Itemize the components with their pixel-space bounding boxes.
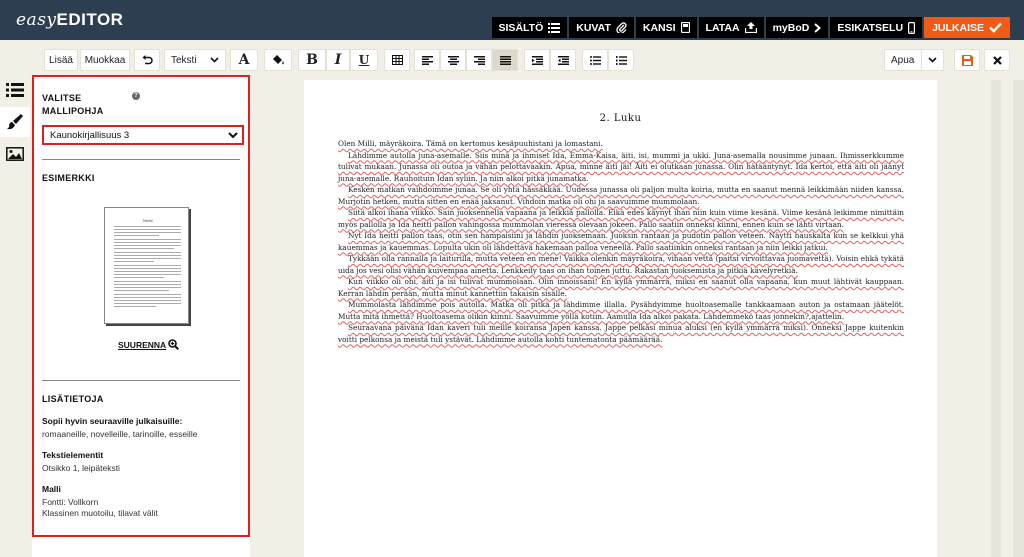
info-heading: LISÄTIETOJA xyxy=(42,394,104,404)
top-bar: easyEDITOR SISÄLTÖ KUVAT KANSI LATAA myB… xyxy=(0,0,1024,40)
paragraph[interactable]: Mummolasta lähdimme pois autolla. Matka … xyxy=(338,299,904,322)
fill-color-button[interactable] xyxy=(264,49,292,71)
sidebar-item-design[interactable] xyxy=(0,107,30,137)
zoom-in-icon xyxy=(168,339,180,350)
chevron-right-icon xyxy=(814,22,822,33)
paragraph[interactable]: Kun viikko oli ohi, äiti ja isi tulivat … xyxy=(338,276,904,299)
help-dropdown-toggle[interactable] xyxy=(921,50,943,70)
nav-publish-button[interactable]: JULKAISE xyxy=(924,17,1010,38)
nav-preview-button[interactable]: ESIKATSELU xyxy=(830,17,923,38)
paperclip-icon xyxy=(616,22,627,33)
list-icon xyxy=(6,83,24,97)
book-icon xyxy=(680,22,690,33)
panel-divider xyxy=(42,159,240,160)
paragraph[interactable]: Kesken matkan vaihdoimme junaa. Se oli y… xyxy=(338,184,904,207)
document-page[interactable]: 2. Luku Olen Milli, mäyräkoira. Tämä on … xyxy=(304,80,937,557)
table-button[interactable] xyxy=(384,49,410,71)
paragraph[interactable]: Olen Milli, mäyräkoira. Tämä on kertomus… xyxy=(338,138,904,150)
bullet-list-icon xyxy=(589,55,601,65)
brush-icon xyxy=(7,114,23,130)
nav-upload-button[interactable]: LATAA xyxy=(698,17,764,38)
sidebar-item-images[interactable] xyxy=(0,139,30,169)
numbered-list-icon xyxy=(615,55,627,65)
indent-icon xyxy=(531,55,543,65)
add-button[interactable]: Lisää xyxy=(44,49,78,71)
close-icon xyxy=(992,55,1002,65)
align-right-icon xyxy=(473,55,485,65)
template-preview-thumbnail[interactable]: Tittelisi xyxy=(104,207,189,324)
paragraph[interactable]: Lähdimme autolla juna-asemalle. Siis min… xyxy=(338,150,904,185)
chevron-down-icon xyxy=(928,57,937,63)
align-left-icon xyxy=(421,55,433,65)
select-template-heading: VALITSE MALLIPOHJA xyxy=(42,93,104,116)
chapter-title[interactable]: 2. Luku xyxy=(304,113,937,124)
bold-button[interactable]: B xyxy=(298,49,326,71)
template-label: Malli xyxy=(42,484,61,494)
help-select[interactable]: Apua xyxy=(884,49,944,71)
nav-images-button[interactable]: KUVAT xyxy=(569,17,634,38)
outdent-icon xyxy=(557,55,569,65)
top-nav: SISÄLTÖ KUVAT KANSI LATAA myBoD ESIKATSE… xyxy=(490,17,1010,38)
page-margin-strip xyxy=(991,80,1001,557)
italic-button[interactable]: I xyxy=(326,49,350,71)
font-button[interactable]: A xyxy=(230,49,258,71)
paint-bucket-icon xyxy=(272,55,284,65)
align-justify-button[interactable] xyxy=(492,49,518,71)
thumbnail-title: Tittelisi xyxy=(142,219,153,223)
suitable-value: romaaneille, novelleille, tarinoille, es… xyxy=(42,429,198,439)
paragraph[interactable]: Nyt Ida heitti pallon taas, otin sen ham… xyxy=(338,230,904,253)
style-select[interactable]: Teksti xyxy=(164,49,226,71)
template-style-value: Klassinen muotoilu, tilavat välit xyxy=(42,508,158,518)
align-center-icon xyxy=(447,55,459,65)
close-button[interactable] xyxy=(984,49,1010,71)
phone-icon xyxy=(908,21,916,34)
elements-value: Otsikko 1, leipäteksti xyxy=(42,463,120,473)
nav-cover-button[interactable]: KANSI xyxy=(635,17,697,38)
undo-button[interactable] xyxy=(134,49,160,71)
save-button[interactable] xyxy=(954,49,980,71)
edit-button[interactable]: Muokkaa xyxy=(80,49,130,71)
table-icon xyxy=(391,55,403,65)
zoom-link[interactable]: SUURENNA xyxy=(118,339,180,350)
paragraph[interactable]: Siitä alkoi ihana viikko. Sain juoksenne… xyxy=(338,207,904,230)
nav-mybod-button[interactable]: myBoD xyxy=(765,17,829,38)
numbered-list-button[interactable] xyxy=(608,49,634,71)
help-icon[interactable]: ? xyxy=(132,92,140,100)
sidebar-item-contents[interactable] xyxy=(0,75,30,105)
paragraph[interactable]: Tykkään olla rannalla ja laiturilla, mut… xyxy=(338,253,904,276)
checkmark-icon xyxy=(989,22,1002,33)
chevron-down-icon xyxy=(228,132,238,139)
side-icon-strip xyxy=(0,75,30,557)
underline-button[interactable]: U xyxy=(350,49,378,71)
elements-label: Tekstielementit xyxy=(42,450,104,460)
align-left-button[interactable] xyxy=(414,49,440,71)
examples-heading: ESIMERKKI xyxy=(42,173,95,183)
template-select[interactable]: Kaunokirjallisuus 3 xyxy=(42,125,244,145)
suitable-label: Sopii hyvin seuraaville julkaisuille: xyxy=(42,416,183,426)
list-icon xyxy=(548,22,561,33)
align-justify-icon xyxy=(499,55,511,65)
align-right-button[interactable] xyxy=(466,49,492,71)
indent-button[interactable] xyxy=(524,49,550,71)
document-body[interactable]: Olen Milli, mäyräkoira. Tämä on kertomus… xyxy=(338,138,904,345)
template-panel: VALITSE MALLIPOHJA ? Kaunokirjallisuus 3… xyxy=(32,75,250,537)
save-icon xyxy=(961,54,973,66)
outdent-button[interactable] xyxy=(550,49,576,71)
paragraph[interactable]: Seuraavana päivänä Idan kaveri tuli meil… xyxy=(338,322,904,345)
panel-bottom-area xyxy=(32,537,250,557)
align-center-button[interactable] xyxy=(440,49,466,71)
app-logo[interactable]: easyEDITOR xyxy=(16,10,123,30)
nav-contents-button[interactable]: SISÄLTÖ xyxy=(491,17,568,38)
scrollbar[interactable] xyxy=(1013,80,1024,557)
toolbar: Lisää Muokkaa Teksti A B I U Apua xyxy=(0,40,1024,80)
panel-divider xyxy=(42,380,240,381)
undo-icon xyxy=(142,55,153,65)
chevron-down-icon xyxy=(210,57,219,63)
template-font-value: Fontti: Vollkorn xyxy=(42,497,99,507)
image-icon xyxy=(6,147,24,161)
upload-icon xyxy=(744,22,757,33)
bullet-list-button[interactable] xyxy=(582,49,608,71)
